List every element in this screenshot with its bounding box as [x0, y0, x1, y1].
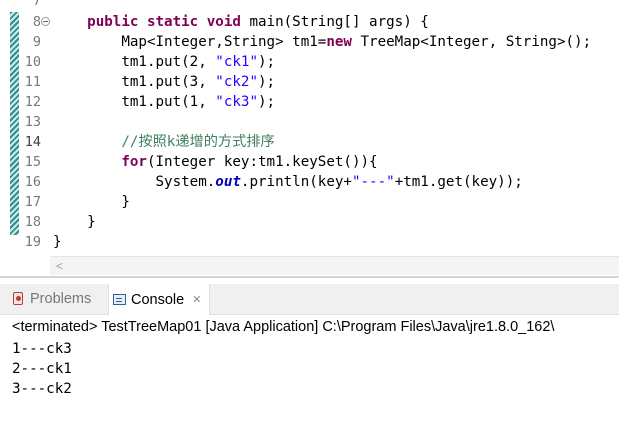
tab-console[interactable]: Console ✕: [108, 284, 211, 315]
horizontal-scrollbar[interactable]: <: [50, 256, 619, 275]
code-line[interactable]: 18 }: [0, 212, 619, 232]
code-token: main(String[] args) {: [240, 14, 429, 30]
code-line[interactable]: 15 for(Integer key:tm1.keySet()){: [0, 152, 619, 172]
code-token: System.: [53, 174, 216, 190]
code-line[interactable]: 11 tm1.put(3, "ck2");: [0, 72, 619, 92]
code-token: +tm1.get(key));: [394, 174, 523, 190]
comment-token: //按照k递增的方式排序: [121, 134, 275, 150]
line-number: 16: [24, 174, 41, 190]
code-text[interactable]: }: [53, 192, 130, 212]
code-line[interactable]: 14 //按照k递增的方式排序: [0, 132, 619, 152]
code-text[interactable]: public static void main(String[] args) {: [53, 12, 429, 32]
line-number: 7: [32, 0, 41, 9]
code-text[interactable]: System.out.println(key+"---"+tm1.get(key…: [53, 172, 523, 192]
console-output-line: 3---ck2: [12, 381, 72, 397]
string-token: "---": [351, 174, 395, 190]
tab-problems-label: Problems: [30, 291, 92, 307]
code-text[interactable]: for(Integer key:tm1.keySet()){: [53, 152, 378, 172]
line-number: 12: [24, 94, 41, 110]
field-token: out: [215, 174, 241, 190]
console-icon: [113, 294, 126, 305]
code-token: );: [258, 54, 276, 70]
line-number: 9: [32, 34, 41, 50]
code-token: .println(key+: [240, 174, 352, 190]
console-status: <terminated> TestTreeMap01 [Java Applica…: [12, 319, 555, 335]
string-token: "ck3": [215, 94, 259, 110]
code-text[interactable]: Map<Integer,String> tm1=new TreeMap<Inte…: [53, 32, 591, 52]
line-number: 19: [24, 234, 41, 250]
code-line[interactable]: 12 tm1.put(1, "ck3");: [0, 92, 619, 112]
console-output-line: 1---ck3: [12, 341, 72, 357]
line-number: 11: [24, 74, 41, 90]
code-text[interactable]: tm1.put(2, "ck1");: [53, 52, 275, 72]
code-line[interactable]: 8 public static void main(String[] args)…: [0, 12, 619, 32]
code-line[interactable]: 16 System.out.println(key+"---"+tm1.get(…: [0, 172, 619, 192]
code-token: }: [53, 234, 62, 250]
code-text[interactable]: tm1.put(1, "ck3");: [53, 92, 275, 112]
console-output[interactable]: 1---ck3 2---ck1 3---ck2: [12, 339, 72, 399]
code-text[interactable]: }: [53, 232, 62, 252]
fold-collapse-icon[interactable]: [41, 17, 50, 26]
code-token: (Integer key:tm1.keySet()){: [146, 154, 378, 170]
line-number: 18: [24, 214, 41, 230]
line-number: 10: [24, 54, 41, 70]
code-line[interactable]: 9 Map<Integer,String> tm1=new TreeMap<In…: [0, 32, 619, 52]
line-number: 14: [24, 134, 41, 150]
line-partial: 7: [0, 0, 619, 11]
string-token: "ck1": [215, 54, 259, 70]
code-token: }: [53, 194, 130, 210]
close-icon[interactable]: ✕: [192, 293, 201, 306]
line-number: 8: [32, 14, 41, 30]
code-token: Map<Integer,String> tm1=: [53, 34, 327, 50]
code-token: tm1.put(1,: [53, 94, 216, 110]
code-token: TreeMap<Integer, String>();: [351, 34, 592, 50]
tab-problems[interactable]: Problems: [12, 284, 91, 314]
code-line[interactable]: 19}: [0, 232, 619, 252]
line-number: 13: [24, 114, 41, 130]
string-token: "ck2": [215, 74, 259, 90]
tab-console-label: Console: [131, 291, 185, 308]
keyword-token: public static void: [87, 14, 241, 30]
code-line[interactable]: 17 }: [0, 192, 619, 212]
code-token: }: [53, 214, 96, 230]
scroll-left-arrow-icon[interactable]: <: [56, 258, 63, 274]
code-line[interactable]: 13: [0, 112, 619, 132]
code-token: );: [258, 74, 276, 90]
console-output-line: 2---ck1: [12, 361, 72, 377]
code-text[interactable]: }: [53, 212, 96, 232]
code-editor[interactable]: 7 8 public static void main(String[] arg…: [0, 0, 619, 278]
line-number: 15: [24, 154, 41, 170]
code-token: );: [258, 94, 276, 110]
keyword-token: new: [326, 34, 352, 50]
code-token: tm1.put(3,: [53, 74, 216, 90]
views-panel: Problems Console ✕ <terminated> TestTree…: [0, 278, 619, 421]
code-text[interactable]: //按照k递增的方式排序: [53, 132, 275, 152]
view-tab-bar: Problems Console ✕: [0, 284, 619, 315]
code-text[interactable]: tm1.put(3, "ck2");: [53, 72, 275, 92]
problems-icon: [12, 292, 25, 306]
line-number: 17: [24, 194, 41, 210]
keyword-token: for: [121, 154, 147, 170]
code-line[interactable]: 10 tm1.put(2, "ck1");: [0, 52, 619, 72]
code-token: tm1.put(2,: [53, 54, 216, 70]
